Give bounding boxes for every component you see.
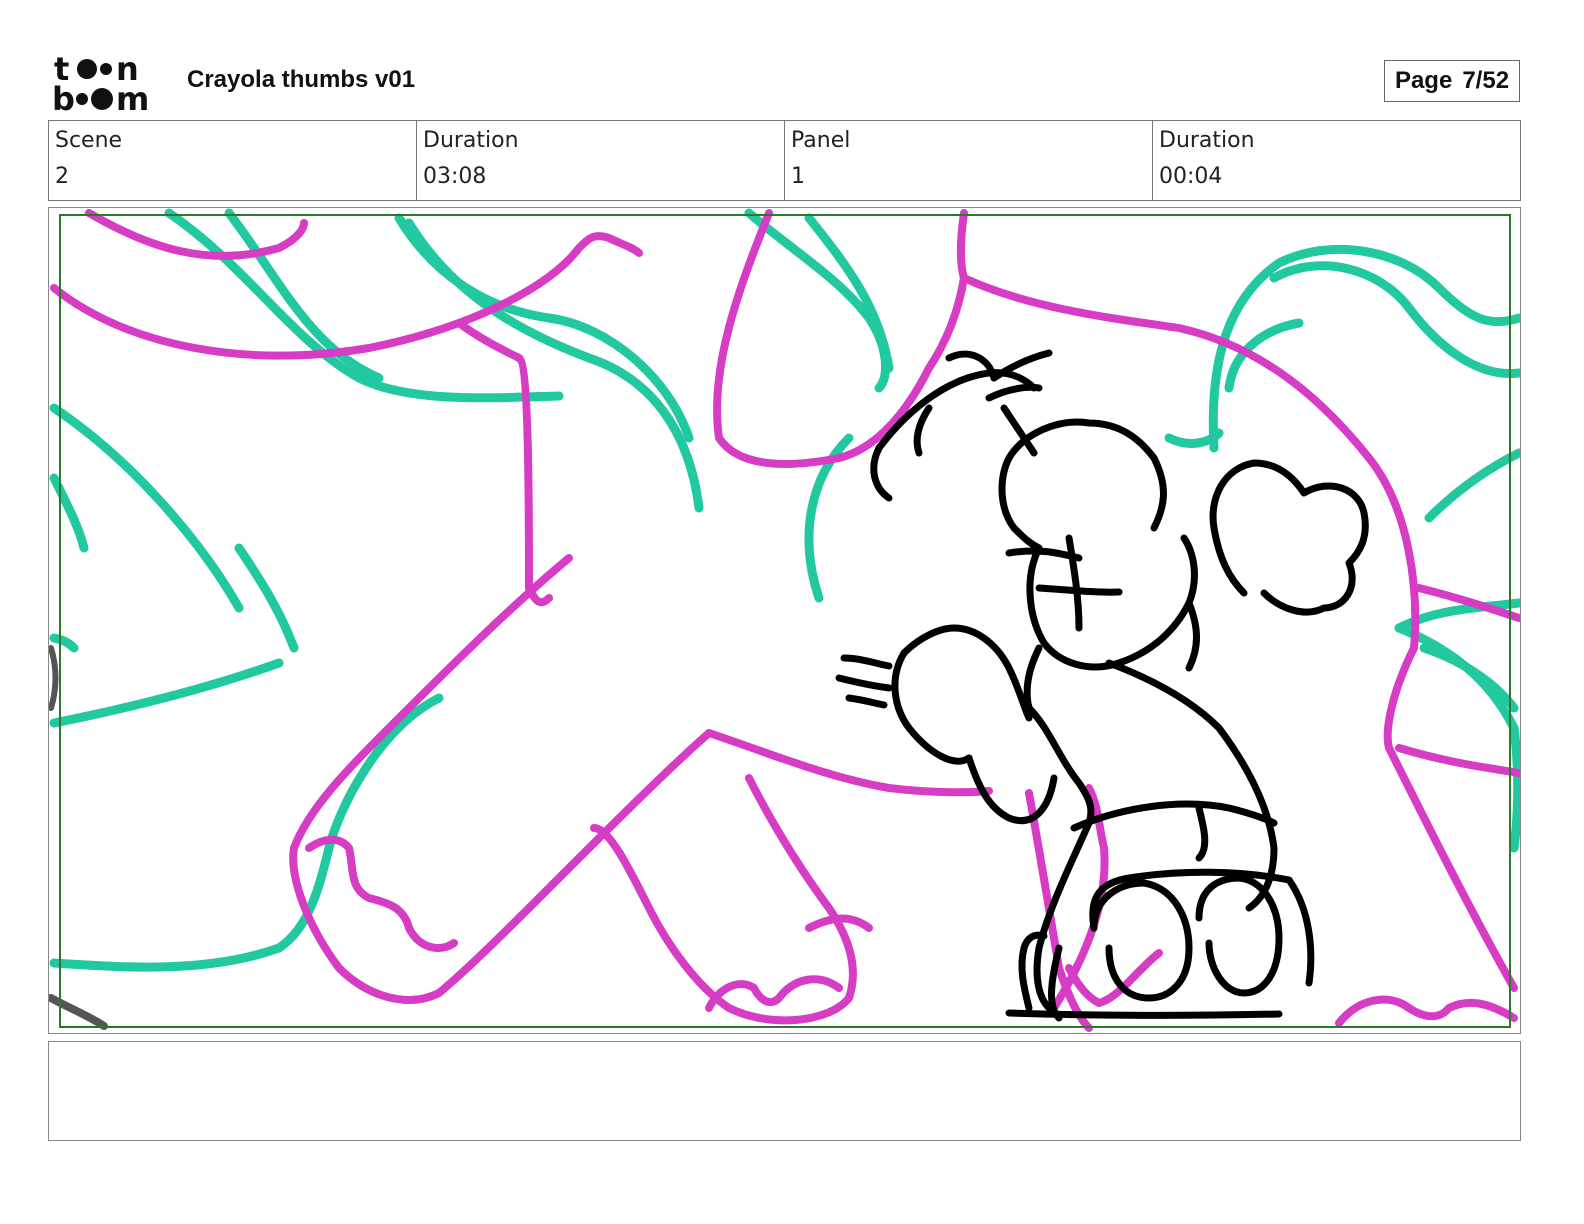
storyboard-panel (48, 207, 1521, 1034)
corner-stroke (49, 994, 108, 1030)
panel-label: Panel (791, 128, 851, 153)
scene-duration-cell: Duration 03:08 (417, 121, 785, 200)
character-ink-lines (835, 349, 1369, 1022)
panel-value: 1 (791, 164, 805, 189)
scene-cell: Scene 2 (49, 121, 417, 200)
edge-stroke (49, 645, 59, 711)
scene-value: 2 (55, 164, 69, 189)
toon-boom-logo: t n b m (52, 52, 149, 112)
scene-info-table: Scene 2 Duration 03:08 Panel 1 Duration … (48, 120, 1521, 201)
scene-duration-label: Duration (423, 128, 519, 153)
scene-label: Scene (55, 128, 123, 153)
page-number: 7/52 (1462, 67, 1510, 94)
panel-sketch (49, 208, 1520, 1032)
panel-duration-cell: Duration 00:04 (1153, 121, 1520, 200)
panel-cell: Panel 1 (785, 121, 1153, 200)
document-title: Crayola thumbs v01 (187, 66, 416, 93)
panel-duration-value: 00:04 (1159, 164, 1223, 189)
scene-duration-value: 03:08 (423, 164, 487, 189)
teal-sketch-lines (49, 208, 1520, 972)
page-label: Page (1394, 67, 1453, 94)
page-indicator: Page 7/52 (1384, 60, 1520, 102)
svg-text:b: b (52, 80, 75, 112)
panel-duration-label: Duration (1159, 128, 1255, 153)
panel-notes-box (48, 1041, 1521, 1141)
svg-text:m: m (116, 80, 149, 112)
